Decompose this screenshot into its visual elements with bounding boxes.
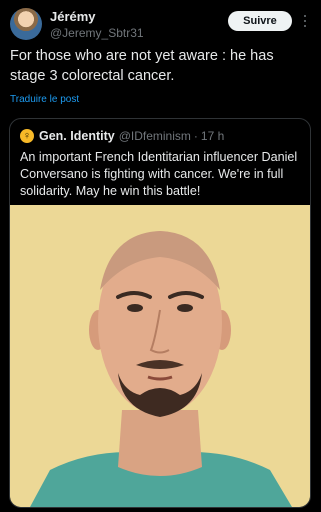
post-text: For those who are not yet aware : he has… [10, 48, 274, 84]
quoted-post-header: ♀ Gen. Identity @IDfeminism · 17 h [20, 128, 224, 144]
quoted-author-name[interactable]: Gen. Identity [39, 129, 115, 143]
quoted-timestamp[interactable]: 17 h [201, 129, 224, 143]
author-name[interactable]: Jérémy [50, 9, 144, 25]
author-block[interactable]: Jérémy @Jeremy_Sbtr31 [50, 9, 144, 41]
follow-button[interactable]: Suivre [228, 11, 292, 31]
author-handle[interactable]: @Jeremy_Sbtr31 [50, 25, 144, 41]
quoted-post-card[interactable]: ♀ Gen. Identity @IDfeminism · 17 h An im… [9, 118, 311, 508]
quoted-author-handle[interactable]: @IDfeminism [119, 129, 191, 143]
quoted-separator: · [193, 129, 198, 143]
more-options-icon[interactable] [300, 13, 310, 29]
portrait-image [10, 205, 310, 507]
venus-icon: ♀ [20, 129, 34, 143]
quoted-post-text: An important French Identitarian influen… [20, 150, 298, 198]
avatar[interactable] [10, 8, 42, 40]
translate-link[interactable]: Traduire le post [10, 94, 79, 105]
quoted-post-photo[interactable] [10, 205, 310, 507]
